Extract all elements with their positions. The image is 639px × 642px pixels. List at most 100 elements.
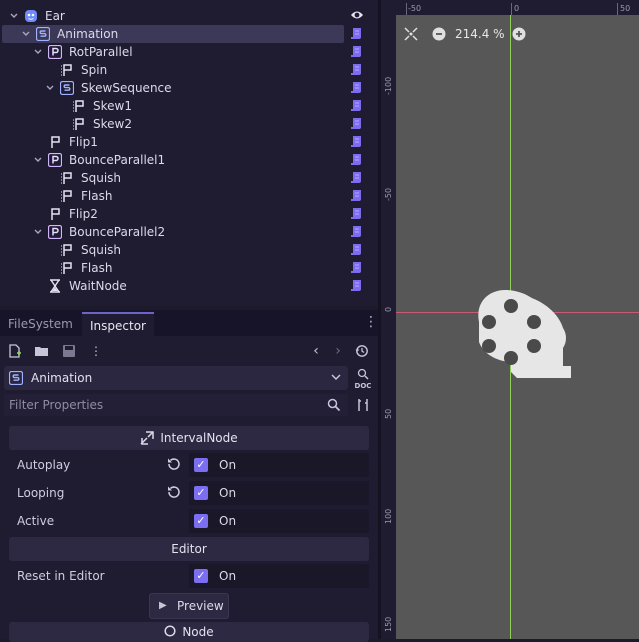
documentation-button[interactable]: DOC xyxy=(354,368,372,390)
property-value-field[interactable]: ✓ On xyxy=(189,564,369,588)
tween-flag-icon xyxy=(72,99,86,113)
tree-node-flip2[interactable]: Flip2 xyxy=(0,205,378,223)
tree-node-flash[interactable]: Flash xyxy=(0,187,378,205)
tween-flag-icon xyxy=(60,63,74,77)
tree-node-skewsequence[interactable]: SkewSequence xyxy=(0,79,378,97)
script-icon[interactable] xyxy=(350,81,362,95)
tween-flag-icon xyxy=(72,117,86,131)
checkbox-label: On xyxy=(219,569,237,583)
script-icon[interactable] xyxy=(350,279,362,293)
ruler-vertical[interactable]: -100 -50 0 50 100 150 xyxy=(381,0,396,639)
zoom-controls: 214.4 % xyxy=(403,25,527,43)
script-icon[interactable] xyxy=(350,225,362,239)
ruler-label: 150 xyxy=(384,616,393,632)
dock-menu-icon[interactable]: ⋮ xyxy=(364,315,378,329)
ruler-label: 50 xyxy=(384,408,393,419)
script-icon[interactable] xyxy=(350,189,362,203)
film-reel-icon[interactable] xyxy=(459,262,573,382)
tree-node-squish[interactable]: Squish xyxy=(0,241,378,259)
open-folder-icon[interactable] xyxy=(33,342,51,360)
script-icon[interactable] xyxy=(350,117,362,131)
ruler-label: 50 xyxy=(620,4,631,13)
search-icon xyxy=(357,368,369,380)
tree-node-bounceparallel2[interactable]: BounceParallel2 xyxy=(0,223,378,241)
expand-chevron-icon[interactable] xyxy=(33,155,43,165)
object-selector[interactable]: Animation xyxy=(4,366,348,390)
expand-chevron-icon[interactable] xyxy=(21,29,31,39)
tree-node-skew2[interactable]: Skew2 xyxy=(0,115,378,133)
property-value-field[interactable]: ✓ On xyxy=(189,509,369,533)
ruler-horizontal[interactable]: -50 0 50 xyxy=(381,0,639,15)
more-options-icon[interactable]: ⋮ xyxy=(87,342,105,360)
tree-node-label: Flip2 xyxy=(69,207,98,221)
preview-button[interactable]: ▶ Preview xyxy=(149,593,229,619)
tab-filesystem[interactable]: FileSystem xyxy=(0,312,81,336)
zoom-out-icon[interactable] xyxy=(431,26,447,42)
filter-properties-input[interactable] xyxy=(4,394,324,416)
script-icon[interactable] xyxy=(350,243,362,257)
tree-node-rotparallel[interactable]: RotParallel xyxy=(0,43,378,61)
canvas-viewport[interactable]: -50 0 50 -100 -50 0 50 100 150 214.4 % xyxy=(381,0,639,639)
scene-tree: Ear Animation RotParallel Spin SkewSequence S… xyxy=(0,0,378,306)
tree-node-skew1[interactable]: Skew1 xyxy=(0,97,378,115)
checkbox[interactable]: ✓ xyxy=(194,569,208,583)
property-autoplay: Autoplay ✓ On xyxy=(9,452,369,478)
section-label: IntervalNode xyxy=(160,431,238,445)
checkbox-label: On xyxy=(219,458,237,472)
tab-inspector[interactable]: Inspector xyxy=(82,312,154,336)
tree-node-squish[interactable]: Squish xyxy=(0,169,378,187)
script-icon[interactable] xyxy=(350,99,362,113)
tree-node-label: Skew1 xyxy=(93,99,132,113)
ruler-label: -100 xyxy=(384,76,393,95)
center-view-icon[interactable] xyxy=(403,26,419,42)
script-icon[interactable] xyxy=(350,45,362,59)
tools-icon[interactable] xyxy=(354,396,372,414)
tree-node-flip1[interactable]: Flip1 xyxy=(0,133,378,151)
expand-chevron-icon[interactable] xyxy=(33,47,43,57)
script-icon[interactable] xyxy=(350,135,362,149)
property-value-field[interactable]: ✓ On xyxy=(189,481,369,505)
script-icon[interactable] xyxy=(350,171,362,185)
visibility-eye-icon[interactable] xyxy=(350,9,363,23)
save-icon[interactable] xyxy=(60,342,78,360)
tree-node-spin[interactable]: Spin xyxy=(0,61,378,79)
tween-flag-icon xyxy=(60,243,74,257)
property-label: Reset in Editor xyxy=(17,569,105,583)
tree-node-label: BounceParallel1 xyxy=(69,153,166,167)
expand-chevron-icon[interactable] xyxy=(33,227,43,237)
revert-icon[interactable] xyxy=(166,485,182,501)
zoom-level[interactable]: 214.4 % xyxy=(455,27,505,41)
history-icon[interactable] xyxy=(353,342,371,360)
zoom-in-icon[interactable] xyxy=(511,26,527,42)
script-icon[interactable] xyxy=(350,261,362,275)
tree-node-ear[interactable]: Ear xyxy=(0,7,378,25)
tree-node-waitnode[interactable]: WaitNode xyxy=(0,277,378,295)
parallel-icon xyxy=(48,225,62,239)
section-node[interactable]: Node xyxy=(9,622,369,642)
revert-icon[interactable] xyxy=(166,457,182,473)
history-forward-icon[interactable]: › xyxy=(329,342,347,360)
checkbox[interactable]: ✓ xyxy=(194,514,208,528)
tree-node-flash[interactable]: Flash xyxy=(0,259,378,277)
section-editor[interactable]: Editor xyxy=(9,537,369,561)
tree-node-label: Spin xyxy=(81,63,108,77)
new-resource-icon[interactable] xyxy=(6,342,24,360)
property-value-field[interactable]: ✓ On xyxy=(189,453,369,477)
script-icon[interactable] xyxy=(350,153,362,167)
expand-chevron-icon[interactable] xyxy=(45,83,55,93)
checkbox[interactable]: ✓ xyxy=(194,458,208,472)
section-intervalnode[interactable]: IntervalNode xyxy=(9,426,369,450)
history-back-icon[interactable]: ‹ xyxy=(307,342,325,360)
tree-node-animation[interactable]: Animation xyxy=(2,25,361,43)
tween-flag-icon xyxy=(60,189,74,203)
ruler-corner xyxy=(381,0,396,15)
checkbox[interactable]: ✓ xyxy=(194,486,208,500)
script-icon[interactable] xyxy=(350,63,362,77)
ruler-tick xyxy=(617,3,618,15)
script-icon[interactable] xyxy=(350,207,362,221)
expand-chevron-icon[interactable] xyxy=(9,11,19,21)
ruler-label: -50 xyxy=(384,187,393,201)
tree-node-bounceparallel1[interactable]: BounceParallel1 xyxy=(0,151,378,169)
script-icon[interactable] xyxy=(350,27,362,41)
chevron-down-icon xyxy=(330,371,342,386)
